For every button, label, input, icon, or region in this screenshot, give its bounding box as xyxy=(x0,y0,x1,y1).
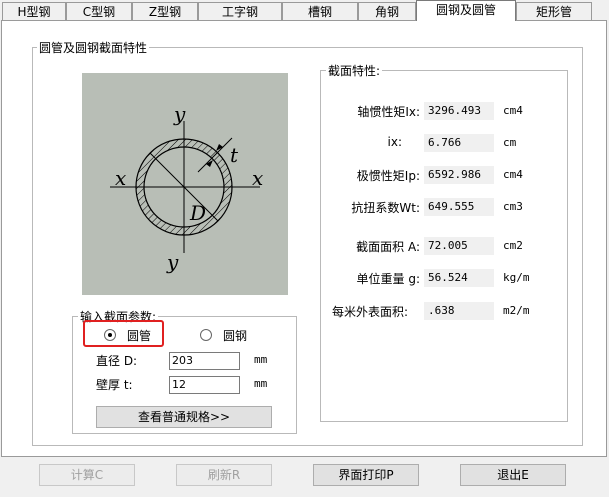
diameter-unit: mm xyxy=(254,353,268,366)
prop-ip-label: 极惯性矩Ip: xyxy=(356,169,420,183)
prop-surface-unit: m2/m xyxy=(503,304,530,317)
thickness-input[interactable]: 12 xyxy=(169,376,240,394)
tab-angle[interactable]: 角钢 xyxy=(358,2,416,20)
prop-ip-unit: cm4 xyxy=(503,168,523,181)
prop-surface-label: 每米外表面积: xyxy=(331,305,408,319)
thickness-label: 壁厚 t: xyxy=(96,378,133,392)
prop-weight-value: 56.524 xyxy=(424,269,494,287)
tab-strip: H型钢 C型钢 Z型钢 工字钢 槽钢 角钢 圆钢及圆管 矩形管 xyxy=(0,0,609,21)
tube-radio-label: 圆管 xyxy=(127,329,152,343)
tube-radio[interactable] xyxy=(104,329,116,341)
prop-ix-unit: cm4 xyxy=(503,104,523,117)
exit-button[interactable]: 退出E xyxy=(460,464,566,486)
refresh-button[interactable]: 刷新R xyxy=(176,464,272,486)
prop-ix-value: 3296.493 xyxy=(424,102,494,120)
t-label: t xyxy=(230,143,239,167)
tab-z-steel[interactable]: Z型钢 xyxy=(132,2,198,20)
section-diagram: y y x x t D xyxy=(82,73,288,295)
calculate-button[interactable]: 计算C xyxy=(39,464,135,486)
prop-area-unit: cm2 xyxy=(503,239,523,252)
prop-weight-label: 单位重量 g: xyxy=(356,272,420,286)
y-bottom-label: y xyxy=(166,250,179,274)
thickness-unit: mm xyxy=(254,377,268,390)
tube-section-drawing: y y x x t D xyxy=(110,102,263,274)
prop-ip-value: 6592.986 xyxy=(424,166,494,184)
prop-weight-unit: kg/m xyxy=(503,271,530,284)
x-left-label: x xyxy=(115,166,126,190)
d-label: D xyxy=(189,201,206,225)
prop-wt-value: 649.555 xyxy=(424,198,494,216)
bar-radio[interactable] xyxy=(200,329,212,341)
tab-c-steel[interactable]: C型钢 xyxy=(66,2,132,20)
prop-wt-unit: cm3 xyxy=(503,200,523,213)
bar-radio-label: 圆钢 xyxy=(223,329,248,343)
view-spec-button[interactable]: 查看普通规格>> xyxy=(96,406,272,428)
prop-wt-label: 抗扭系数Wt: xyxy=(351,201,420,215)
x-right-label: x xyxy=(252,166,263,190)
print-button[interactable]: 界面打印P xyxy=(313,464,419,486)
y-top-label: y xyxy=(173,102,186,126)
tab-h-steel[interactable]: H型钢 xyxy=(2,2,66,20)
diameter-label: 直径 D: xyxy=(96,354,138,368)
prop-radius-label: ix: xyxy=(387,135,402,149)
prop-radius-unit: cm xyxy=(503,136,517,149)
prop-radius-value: 6.766 xyxy=(424,134,494,152)
properties-group-title: 截面特性: xyxy=(326,62,383,79)
prop-area-label: 截面面积 A: xyxy=(356,240,420,254)
prop-area-value: 72.005 xyxy=(424,237,494,255)
diameter-input[interactable]: 203 xyxy=(169,352,240,370)
main-group-title: 圆管及圆钢截面特性 xyxy=(37,39,150,56)
highlight-box xyxy=(83,320,164,347)
tab-channel[interactable]: 槽钢 xyxy=(282,2,358,20)
tab-i-beam[interactable]: 工字钢 xyxy=(198,2,282,20)
tab-round-tube[interactable]: 圆钢及圆管 xyxy=(416,0,516,21)
tab-rect-tube[interactable]: 矩形管 xyxy=(516,2,592,20)
prop-ix-label: 轴惯性矩Ix: xyxy=(357,105,420,119)
prop-surface-value: .638 xyxy=(424,302,494,320)
